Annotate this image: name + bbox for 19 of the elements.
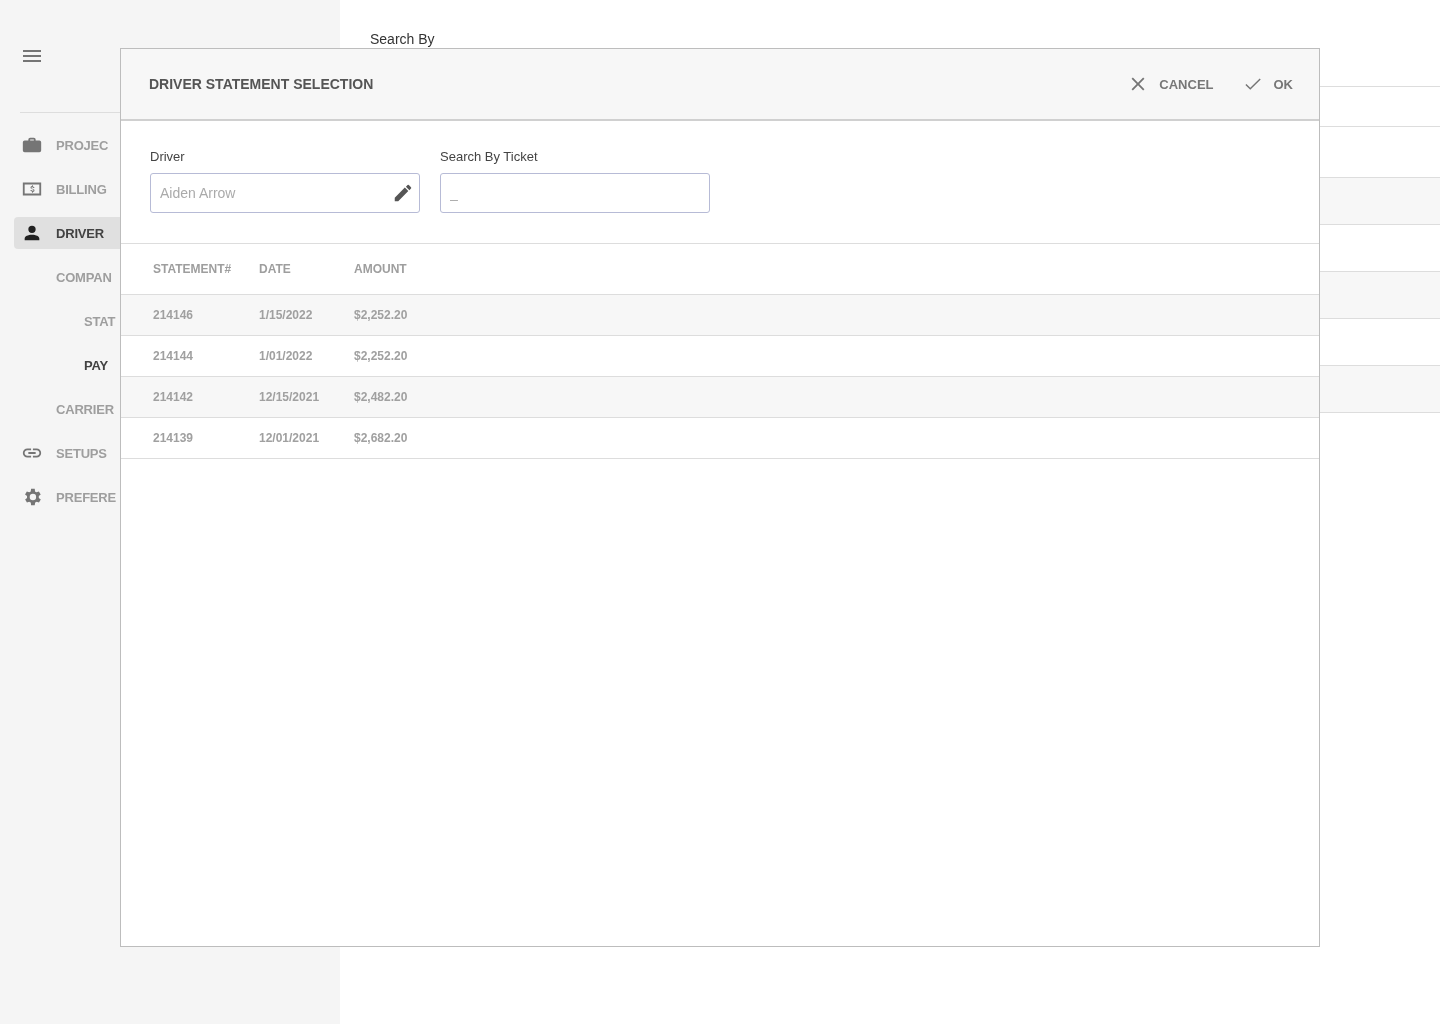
table-cell-text: $2,682.20 — [354, 431, 409, 445]
table-cell-text: $2,482.20 — [354, 390, 409, 404]
column-header: DATE — [259, 262, 292, 276]
field-label: Driver — [150, 149, 186, 164]
field-label: Search By Ticket — [440, 149, 539, 164]
column-header: AMOUNT — [354, 262, 408, 276]
table-cell-text: 214146 — [153, 308, 195, 322]
table-cell-text: $2,252.20 — [354, 349, 409, 363]
table-cell-text: $2,252.20 — [354, 308, 409, 322]
table-cell-text: 1/15/2022 — [259, 308, 314, 322]
field-label: Search By — [370, 31, 435, 47]
table-cell-text: 12/15/2021 — [259, 390, 321, 404]
table-cell-text: 1/01/2022 — [259, 349, 314, 363]
table-cell-text: 12/01/2021 — [259, 431, 321, 445]
column-header: STATEMENT# — [153, 262, 233, 276]
dialog-title: DRIVER STATEMENT SELECTION — [149, 76, 374, 92]
table-cell-text: 214142 — [153, 390, 195, 404]
table-cell-text: 214139 — [153, 431, 195, 445]
table-cell-text: 214144 — [153, 349, 195, 363]
